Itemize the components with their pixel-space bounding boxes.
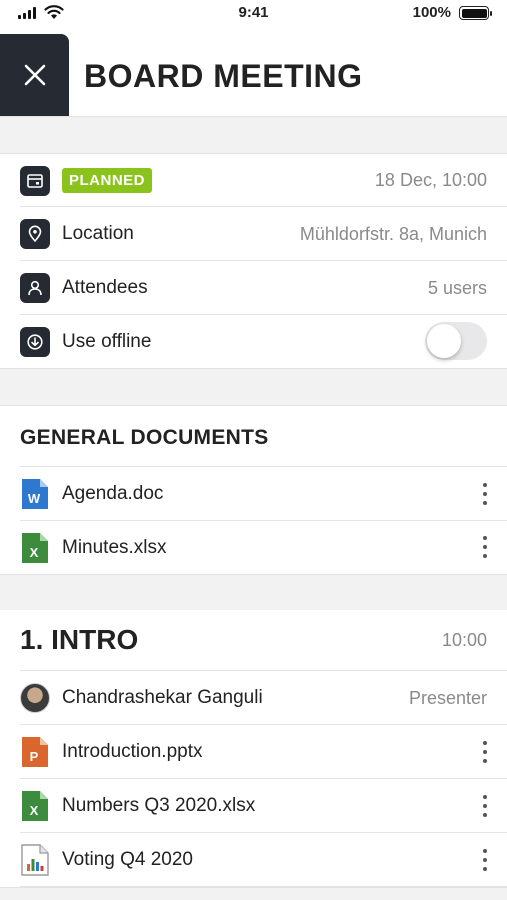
- presenter-role: Presenter: [408, 687, 487, 708]
- document-name: Introduction.pptx: [62, 741, 203, 762]
- section-divider: [0, 368, 507, 406]
- attendees-label: Attendees: [62, 277, 148, 298]
- agenda-item-title: 1. INTRO: [20, 624, 139, 655]
- download-icon: [20, 326, 50, 357]
- svg-text:P: P: [30, 749, 39, 764]
- list-item[interactable]: Voting Q4 2020: [0, 833, 507, 887]
- close-button[interactable]: [0, 34, 69, 116]
- document-name: Numbers Q3 2020.xlsx: [62, 795, 256, 816]
- excel-file-icon: X: [22, 532, 48, 563]
- svg-text:X: X: [30, 803, 39, 818]
- attendees-row[interactable]: Attendees 5 users: [0, 261, 507, 315]
- location-value: Mühldorfstr. 8a, Munich: [299, 223, 487, 244]
- list-item[interactable]: X Minutes.xlsx: [0, 521, 507, 574]
- section-divider: [0, 574, 507, 610]
- avatar: [20, 683, 50, 713]
- document-name: Agenda.doc: [62, 483, 164, 504]
- attendees-value: 5 users: [427, 277, 487, 298]
- agenda-item-header[interactable]: 1. INTRO 10:00: [0, 610, 507, 671]
- person-icon: [20, 273, 50, 303]
- more-options-icon[interactable]: [481, 795, 489, 817]
- meeting-datetime: 18 Dec, 10:00: [374, 170, 487, 190]
- word-file-icon: W: [22, 479, 48, 509]
- more-options-icon[interactable]: [481, 741, 489, 763]
- agenda-item-time: 10:00: [441, 630, 487, 650]
- more-options-icon[interactable]: [481, 849, 489, 871]
- general-documents-title: GENERAL DOCUMENTS: [20, 426, 269, 449]
- excel-file-icon: X: [22, 791, 48, 821]
- list-item[interactable]: W Agenda.doc: [0, 467, 507, 521]
- header: BOARD MEETING: [0, 34, 507, 116]
- offline-row: Use offline: [0, 315, 507, 368]
- page-title: BOARD MEETING: [84, 58, 363, 94]
- offline-label: Use offline: [62, 330, 152, 352]
- list-item[interactable]: X Numbers Q3 2020.xlsx: [0, 779, 507, 833]
- more-options-icon[interactable]: [481, 483, 489, 505]
- presenter-name: Chandrashekar Ganguli: [62, 687, 263, 708]
- svg-text:X: X: [30, 545, 39, 560]
- toggle-knob: [427, 324, 461, 358]
- status-bar: 9:41 100%: [0, 0, 507, 28]
- offline-toggle[interactable]: [425, 322, 487, 360]
- location-row[interactable]: Location Mühldorfstr. 8a, Munich: [0, 207, 507, 261]
- section-divider: [0, 116, 507, 154]
- status-badge: PLANNED: [62, 168, 153, 193]
- powerpoint-file-icon: P: [22, 737, 48, 767]
- svg-text:W: W: [28, 491, 41, 506]
- close-icon: [24, 64, 45, 86]
- voting-chart-icon: [21, 844, 49, 876]
- location-label: Location: [62, 223, 134, 244]
- document-name: Minutes.xlsx: [62, 536, 167, 558]
- document-name: Voting Q4 2020: [62, 849, 193, 870]
- general-documents-header: GENERAL DOCUMENTS: [0, 406, 507, 467]
- battery-icon: [459, 6, 492, 20]
- calendar-icon: [20, 165, 50, 196]
- section-divider: [0, 887, 507, 900]
- more-options-icon[interactable]: [481, 536, 489, 558]
- list-item[interactable]: P Introduction.pptx: [0, 725, 507, 779]
- battery-percentage: 100%: [412, 4, 451, 21]
- location-pin-icon: [20, 219, 50, 249]
- status-row: PLANNED 18 Dec, 10:00: [0, 154, 507, 207]
- presenter-row: Chandrashekar Ganguli Presenter: [0, 671, 507, 725]
